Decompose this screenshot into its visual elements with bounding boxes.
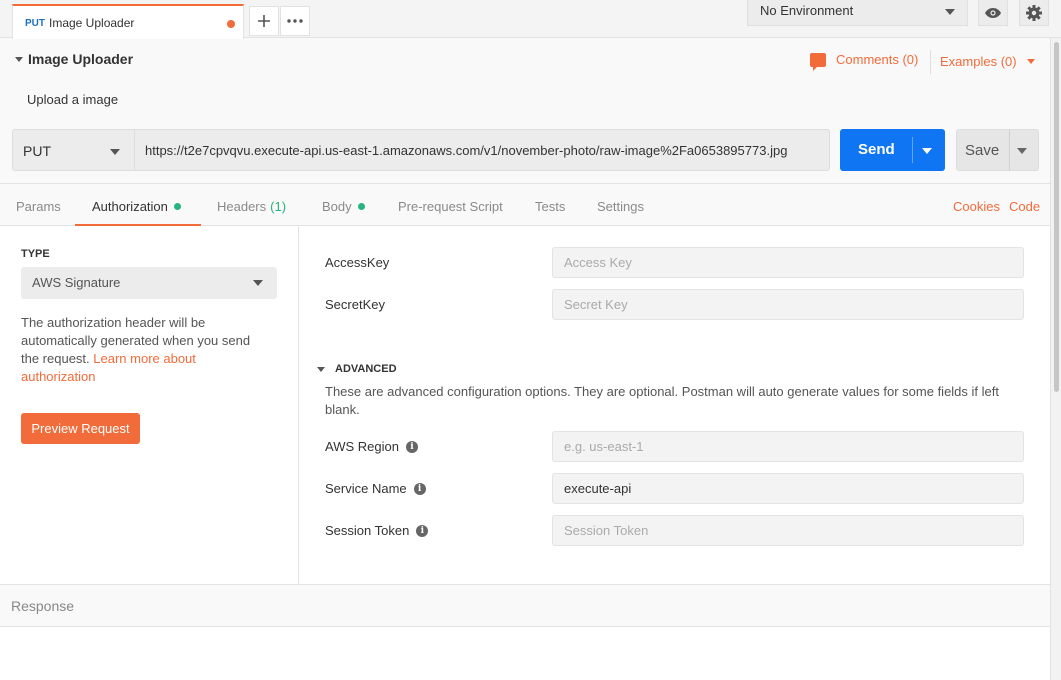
comment-icon [810, 52, 826, 71]
request-title[interactable]: Image Uploader [15, 51, 133, 67]
chevron-down-icon [1026, 59, 1035, 64]
method-select[interactable]: PUT [12, 129, 134, 171]
response-body [0, 627, 1050, 680]
tab-tests-label: Tests [535, 199, 566, 214]
auth-type-panel: TYPE AWS Signature The authorization hea… [0, 226, 299, 584]
auth-type-label: TYPE [21, 248, 50, 260]
auth-type-select[interactable]: AWS Signature [21, 267, 277, 299]
secret-key-field[interactable] [552, 289, 1024, 320]
send-button-label: Send [858, 141, 895, 158]
session-token-label: Session Token i [325, 523, 429, 538]
tab-headers-count: (1) [270, 199, 287, 214]
more-horizontal-icon [287, 19, 303, 23]
advanced-description: These are advanced configuration options… [325, 384, 999, 417]
preview-request-button[interactable]: Preview Request [21, 413, 140, 444]
comments-button[interactable]: Comments (0) [810, 52, 919, 71]
plus-icon [258, 15, 270, 27]
auth-type-description: The authorization header will be automat… [21, 314, 271, 386]
info-icon[interactable]: i [416, 524, 429, 537]
secret-key-label-text: SecretKey [325, 297, 385, 312]
request-subtabs: Params Authorization Headers (1) Body Pr… [0, 183, 1050, 227]
request-tab-name: Image Uploader [49, 16, 135, 30]
cookies-link[interactable]: Cookies [953, 199, 1000, 214]
service-name-label-text: Service Name [325, 481, 407, 496]
tab-prerequest-script[interactable]: Pre-request Script [398, 199, 503, 214]
url-input[interactable] [134, 129, 830, 171]
access-key-label: AccessKey [325, 255, 389, 270]
scrollbar[interactable] [1050, 38, 1061, 680]
tab-settings-label: Settings [597, 199, 644, 214]
tab-params[interactable]: Params [16, 199, 61, 214]
tab-body[interactable]: Body [322, 199, 365, 214]
auth-fields-panel: AccessKey SecretKey ADVANCED These are a… [299, 226, 1050, 584]
code-link[interactable]: Code [1009, 199, 1040, 214]
save-split-divider [1009, 130, 1010, 170]
advanced-heading: ADVANCED [335, 363, 397, 375]
send-button[interactable]: Send [840, 129, 945, 171]
send-split-divider [912, 137, 913, 163]
advanced-section-toggle[interactable]: ADVANCED [317, 363, 397, 375]
environment-select[interactable]: No Environment [747, 0, 968, 26]
chevron-down-icon [110, 149, 120, 155]
examples-label: Examples (0) [940, 54, 1017, 69]
aws-region-field[interactable] [552, 431, 1024, 462]
response-section-header[interactable]: Response [0, 584, 1050, 627]
info-icon[interactable]: i [405, 440, 418, 453]
session-token-field[interactable] [552, 515, 1024, 546]
gear-icon [1026, 4, 1042, 21]
chevron-down-icon [253, 280, 263, 286]
aws-region-label-text: AWS Region [325, 439, 399, 454]
tab-bar: PUT Image Uploader No Environment [0, 0, 1061, 39]
collapse-triangle-icon [15, 56, 23, 62]
tab-headers-label: Headers [217, 199, 267, 214]
request-description[interactable]: Upload a image [27, 92, 118, 107]
postman-window: PUT Image Uploader No Environment Image … [0, 0, 1061, 680]
collapse-triangle-icon [317, 366, 325, 372]
response-label: Response [11, 598, 75, 614]
save-button[interactable]: Save [956, 129, 1039, 171]
info-icon[interactable]: i [413, 482, 426, 495]
new-tab-button[interactable] [249, 6, 279, 36]
comments-label: Comments (0) [836, 52, 919, 67]
tab-body-label: Body [322, 199, 352, 214]
status-dot-icon [173, 203, 181, 210]
auth-type-select-value: AWS Signature [32, 275, 121, 290]
tab-params-label: Params [16, 199, 61, 214]
secret-key-label: SecretKey [325, 297, 385, 312]
scrollbar-thumb[interactable] [1054, 42, 1059, 392]
aws-region-label: AWS Region i [325, 439, 418, 454]
tab-options-button[interactable] [280, 6, 310, 36]
environment-quick-look-button[interactable] [978, 0, 1008, 26]
manage-environments-button[interactable] [1019, 0, 1049, 26]
access-key-label-text: AccessKey [325, 255, 390, 270]
save-button-label: Save [965, 142, 1000, 159]
eye-icon [985, 7, 1001, 18]
chevron-down-icon[interactable] [922, 148, 932, 154]
tab-headers[interactable]: Headers (1) [217, 199, 286, 214]
tab-tests[interactable]: Tests [535, 199, 565, 214]
request-title-text: Image Uploader [28, 51, 134, 67]
access-key-field[interactable] [552, 247, 1024, 278]
examples-button[interactable]: Examples (0) [940, 54, 1035, 69]
tab-authorization-label: Authorization [92, 199, 168, 214]
service-name-field[interactable] [552, 473, 1024, 504]
service-name-label: Service Name i [325, 481, 426, 496]
method-select-value: PUT [23, 143, 51, 159]
environment-select-value: No Environment [760, 3, 854, 18]
session-token-label-text: Session Token [325, 523, 410, 538]
tab-settings[interactable]: Settings [597, 199, 644, 214]
chevron-down-icon[interactable] [1017, 148, 1027, 154]
chevron-down-icon [945, 9, 955, 15]
tab-authorization[interactable]: Authorization [92, 199, 181, 214]
request-tab-method: PUT [25, 18, 45, 29]
unsaved-dot-icon [227, 20, 235, 28]
tab-prerequest-label: Pre-request Script [398, 199, 503, 214]
request-tab[interactable]: PUT Image Uploader [12, 4, 244, 39]
header-divider [930, 50, 931, 74]
status-dot-icon [357, 203, 365, 210]
